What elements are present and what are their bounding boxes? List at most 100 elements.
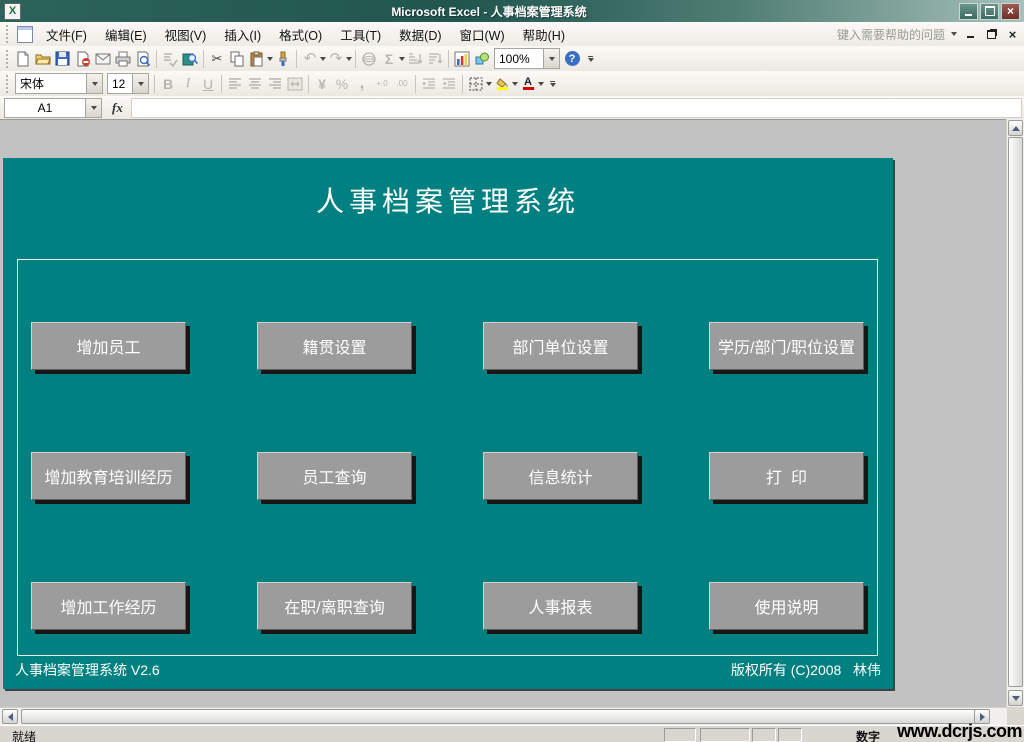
- active-resigned-query-button[interactable]: 在职/离职查询: [257, 582, 412, 630]
- spelling-icon[interactable]: [160, 49, 180, 69]
- vertical-scrollbar[interactable]: [1006, 119, 1024, 707]
- comma-icon[interactable]: ,: [352, 74, 372, 94]
- workbook-restore-button[interactable]: [984, 28, 999, 41]
- add-work-experience-button[interactable]: 增加工作经历: [31, 582, 186, 630]
- research-icon[interactable]: [180, 49, 200, 69]
- workbook-minimize-button[interactable]: [963, 28, 978, 41]
- usage-instructions-button[interactable]: 使用说明: [709, 582, 864, 630]
- horizontal-scroll-thumb[interactable]: [21, 709, 987, 724]
- vertical-scroll-thumb[interactable]: [1008, 137, 1023, 687]
- zoom-dropdown-button[interactable]: [543, 49, 559, 68]
- toolbar-grip[interactable]: [5, 74, 10, 93]
- autosum-icon[interactable]: Σ: [379, 49, 399, 69]
- scroll-down-button[interactable]: [1008, 690, 1023, 706]
- align-right-icon[interactable]: [265, 74, 285, 94]
- paste-icon[interactable]: [247, 49, 267, 69]
- redo-icon[interactable]: ↷: [326, 49, 346, 69]
- open-icon[interactable]: [33, 49, 53, 69]
- menu-edit[interactable]: 编辑(E): [96, 22, 156, 47]
- toolbar-grip[interactable]: [5, 25, 10, 43]
- name-box-dropdown-button[interactable]: [85, 98, 101, 117]
- separator: [221, 74, 222, 93]
- button-grid: 增加员工 籍贯设置 部门单位设置 学历/部门/职位设置 增加教育培训经历 员工查…: [31, 322, 864, 630]
- minimize-button[interactable]: [959, 2, 978, 20]
- add-employee-button[interactable]: 增加员工: [31, 322, 186, 370]
- merge-center-icon[interactable]: [285, 74, 305, 94]
- education-department-position-settings-button[interactable]: 学历/部门/职位设置: [709, 322, 864, 370]
- undo-icon[interactable]: ↶: [300, 49, 320, 69]
- insert-function-button[interactable]: fx: [112, 100, 123, 116]
- font-size-value: 12: [112, 76, 126, 91]
- chart-wizard-icon[interactable]: [452, 49, 472, 69]
- font-name-combo[interactable]: 宋体: [15, 73, 103, 94]
- font-dropdown-button[interactable]: [86, 74, 102, 93]
- toolbar-options-button[interactable]: [546, 74, 559, 94]
- formula-input[interactable]: [130, 97, 1022, 118]
- font-size-dropdown-button[interactable]: [132, 74, 148, 93]
- hr-report-button[interactable]: 人事报表: [483, 582, 638, 630]
- increase-indent-icon[interactable]: [439, 74, 459, 94]
- help-question-input[interactable]: 键入需要帮助的问题: [837, 26, 945, 43]
- name-box[interactable]: A1: [4, 97, 102, 118]
- percent-icon[interactable]: %: [332, 74, 352, 94]
- employee-query-button[interactable]: 员工查询: [257, 452, 412, 500]
- hr-system-panel: 人事档案管理系统 增加员工 籍贯设置 部门单位设置 学历/部门/职位设置 增加教…: [3, 158, 893, 689]
- save-icon[interactable]: [53, 49, 73, 69]
- chevron-down-icon[interactable]: [951, 32, 957, 36]
- menu-view[interactable]: 视图(V): [156, 22, 216, 47]
- help-icon[interactable]: ?: [562, 49, 582, 69]
- toolbar-grip[interactable]: [5, 49, 10, 68]
- department-unit-settings-button[interactable]: 部门单位设置: [483, 322, 638, 370]
- separator: [308, 74, 309, 93]
- italic-icon[interactable]: I: [178, 74, 198, 94]
- insert-hyperlink-icon[interactable]: [359, 49, 379, 69]
- font-color-icon[interactable]: A: [518, 74, 538, 94]
- close-button[interactable]: ×: [1001, 2, 1020, 20]
- font-color-options-chevron[interactable]: [538, 81, 544, 86]
- separator: [462, 74, 463, 93]
- menu-format[interactable]: 格式(O): [270, 22, 331, 47]
- print-preview-icon[interactable]: [133, 49, 153, 69]
- redo-options-chevron[interactable]: [346, 56, 352, 61]
- information-statistics-button[interactable]: 信息统计: [483, 452, 638, 500]
- scroll-up-button[interactable]: [1008, 120, 1023, 136]
- bold-icon[interactable]: B: [158, 74, 178, 94]
- menu-file[interactable]: 文件(F): [37, 22, 96, 47]
- format-painter-icon[interactable]: [273, 49, 293, 69]
- menu-insert[interactable]: 插入(I): [215, 22, 270, 47]
- print-button[interactable]: 打 印: [709, 452, 864, 500]
- mail-icon[interactable]: [93, 49, 113, 69]
- currency-icon[interactable]: ¥: [312, 74, 332, 94]
- cut-icon[interactable]: ✂: [207, 49, 227, 69]
- align-left-icon[interactable]: [225, 74, 245, 94]
- sort-descending-icon[interactable]: [425, 49, 445, 69]
- add-education-training-button[interactable]: 增加教育培训经历: [31, 452, 186, 500]
- zoom-combo[interactable]: 100%: [494, 48, 560, 69]
- permission-icon[interactable]: [73, 49, 93, 69]
- toolbar-options-button[interactable]: [584, 49, 597, 69]
- underline-icon[interactable]: U: [198, 74, 218, 94]
- native-place-settings-button[interactable]: 籍贯设置: [257, 322, 412, 370]
- decrease-indent-icon[interactable]: [419, 74, 439, 94]
- print-icon[interactable]: [113, 49, 133, 69]
- drawing-icon[interactable]: [472, 49, 492, 69]
- decrease-decimal-icon[interactable]: .00: [392, 74, 412, 94]
- chevron-down-icon: [137, 81, 144, 86]
- maximize-button[interactable]: [980, 2, 999, 20]
- copy-icon[interactable]: [227, 49, 247, 69]
- increase-decimal-icon[interactable]: +.0: [372, 74, 392, 94]
- name-box-value: A1: [37, 100, 53, 115]
- sort-ascending-icon[interactable]: [405, 49, 425, 69]
- menu-data[interactable]: 数据(D): [390, 22, 450, 47]
- borders-icon[interactable]: [466, 74, 486, 94]
- menu-help[interactable]: 帮助(H): [514, 22, 574, 47]
- scroll-left-button[interactable]: [2, 709, 18, 724]
- workbook-close-button[interactable]: ×: [1005, 28, 1020, 41]
- align-center-icon[interactable]: [245, 74, 265, 94]
- menu-window[interactable]: 窗口(W): [451, 22, 514, 47]
- fill-color-icon[interactable]: [492, 74, 512, 94]
- menu-tools[interactable]: 工具(T): [331, 22, 390, 47]
- font-size-combo[interactable]: 12: [107, 73, 149, 94]
- horizontal-scrollbar[interactable]: [0, 707, 1007, 726]
- new-icon[interactable]: [13, 49, 33, 69]
